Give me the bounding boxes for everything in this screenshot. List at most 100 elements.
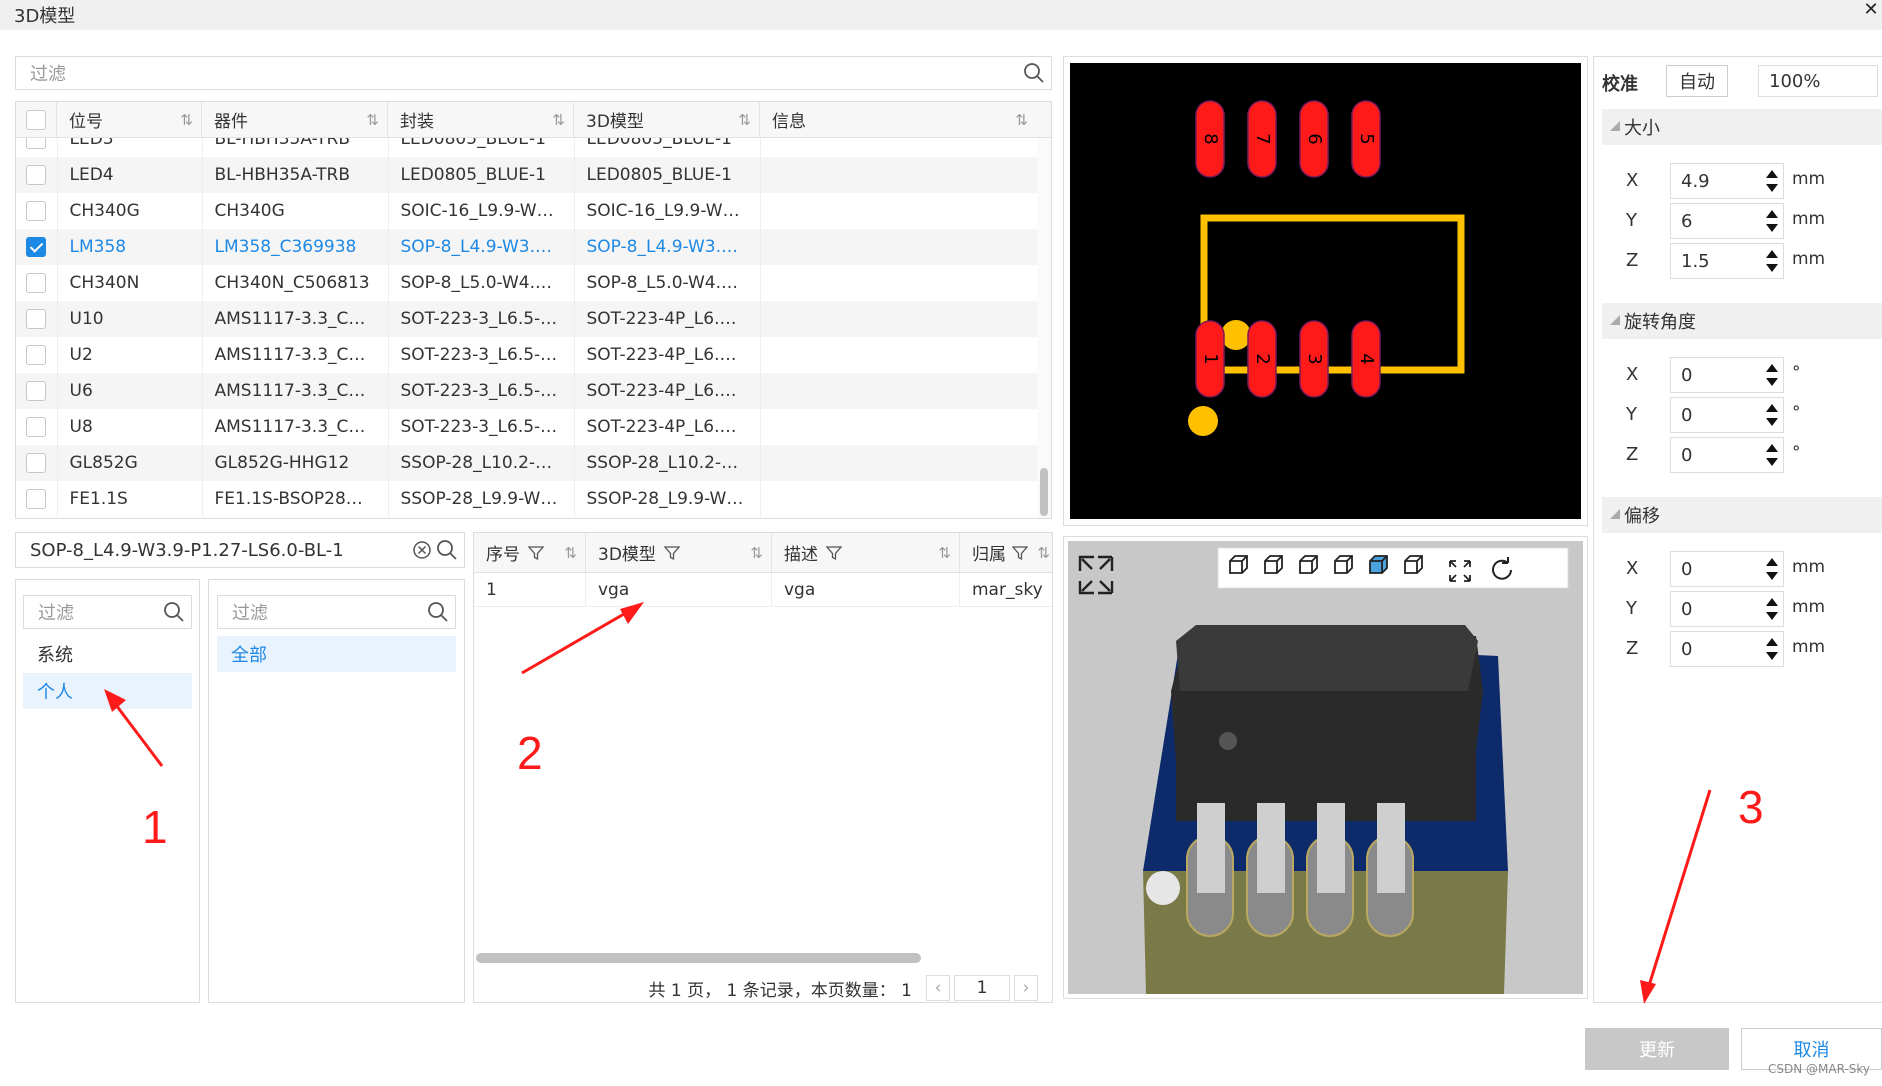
row-checkbox[interactable] bbox=[26, 273, 47, 293]
input-value: 0 bbox=[1681, 364, 1693, 386]
update-button[interactable]: 更新 bbox=[1585, 1028, 1729, 1070]
table-row[interactable]: U10 AMS1117-3.3_C6… SOT-223-3_L6.5-… SOT-22… bbox=[16, 301, 1039, 337]
sort-icon[interactable]: ⇅ bbox=[938, 544, 951, 562]
page-number-input[interactable]: 1 bbox=[954, 975, 1010, 1001]
col-model[interactable]: 3D模型 ⇅ bbox=[586, 533, 772, 572]
filter-icon[interactable] bbox=[826, 545, 842, 561]
sort-icon[interactable]: ⇅ bbox=[180, 111, 193, 129]
next-page-button[interactable]: › bbox=[1014, 975, 1038, 1001]
sort-icon[interactable]: ⇅ bbox=[1037, 544, 1050, 562]
offset-section[interactable]: 偏移 bbox=[1602, 497, 1882, 533]
result-row[interactable]: 1 vga vga mar_sky bbox=[474, 573, 1052, 607]
size-section[interactable]: 大小 bbox=[1602, 109, 1882, 145]
sort-icon[interactable]: ⇅ bbox=[738, 111, 751, 129]
unit-label: mm bbox=[1792, 557, 1826, 577]
view-cube-icon[interactable] bbox=[1369, 555, 1388, 574]
col-info[interactable]: 信息 ⇅ bbox=[760, 102, 1036, 137]
search-icon[interactable] bbox=[427, 601, 449, 623]
size-x-input[interactable]: 4.9 bbox=[1670, 163, 1784, 199]
row-checkbox[interactable] bbox=[26, 201, 47, 221]
sort-icon[interactable]: ⇅ bbox=[564, 544, 577, 562]
spinner-icon[interactable] bbox=[1765, 596, 1779, 622]
table-row[interactable]: U6 AMS1117-3.3_C6… SOT-223-3_L6.5-… SOT-223… bbox=[16, 373, 1039, 409]
library-item-system[interactable]: 系统 bbox=[23, 636, 192, 672]
input-value: 0 bbox=[1681, 404, 1693, 426]
row-checkbox[interactable] bbox=[26, 345, 47, 365]
offset-x-input[interactable]: 0 bbox=[1670, 551, 1784, 587]
input-value: 4.9 bbox=[1681, 170, 1710, 192]
row-checkbox[interactable] bbox=[26, 417, 47, 437]
offset-z-input[interactable]: 0 bbox=[1670, 631, 1784, 667]
col-device[interactable]: 器件 ⇅ bbox=[202, 102, 388, 137]
row-checkbox[interactable] bbox=[26, 309, 47, 329]
prev-page-button[interactable]: ‹ bbox=[926, 975, 950, 1001]
auto-button[interactable]: 自动 bbox=[1666, 65, 1728, 97]
close-icon[interactable]: ✕ bbox=[1860, 0, 1882, 22]
table-row[interactable]: LED3 BL-HBH35A-TRB LED0805_BLUE-1 LED0805_B… bbox=[16, 138, 1039, 157]
filter-icon[interactable] bbox=[1012, 545, 1028, 561]
col-3dmodel[interactable]: 3D模型 ⇅ bbox=[574, 102, 760, 137]
table-row[interactable]: CH340G CH340G SOIC-16_L9.9-W… SOIC-16_L9.9-… bbox=[16, 193, 1039, 229]
cell-package: SOT-223-3_L6.5-… bbox=[388, 337, 575, 373]
sort-icon[interactable]: ⇅ bbox=[750, 544, 763, 562]
spinner-icon[interactable] bbox=[1765, 442, 1779, 468]
model-search-input[interactable]: SOP-8_L4.9-W3.9-P1.27-LS6.0-BL-1 bbox=[15, 532, 465, 568]
filter-icon[interactable] bbox=[663, 545, 680, 561]
rotation-z-input[interactable]: 0 bbox=[1670, 437, 1784, 473]
cell-info bbox=[760, 301, 1039, 337]
spinner-icon[interactable] bbox=[1765, 168, 1779, 194]
horizontal-scrollbar[interactable] bbox=[476, 953, 921, 963]
table-row[interactable]: CH340N CH340N_C506813 SOP-8_L5.0-W4.… SOP-8… bbox=[16, 265, 1039, 301]
spinner-icon[interactable] bbox=[1765, 556, 1779, 582]
filter-icon[interactable] bbox=[528, 545, 544, 561]
spinner-icon[interactable] bbox=[1765, 636, 1779, 662]
zoom-value[interactable]: 100% bbox=[1758, 65, 1878, 97]
col-desc[interactable]: 描述 ⇅ bbox=[772, 533, 960, 572]
row-checkbox[interactable] bbox=[26, 138, 47, 149]
col-ref[interactable]: 位号 ⇅ bbox=[57, 102, 202, 137]
sort-icon[interactable]: ⇅ bbox=[366, 111, 379, 129]
table-row[interactable]: U8 AMS1117-3.3_C6… SOT-223-3_L6.5-… SOT-223… bbox=[16, 409, 1039, 445]
spinner-icon[interactable] bbox=[1765, 208, 1779, 234]
3d-preview[interactable] bbox=[1068, 541, 1583, 994]
col-index[interactable]: 序号 ⇅ bbox=[474, 533, 586, 572]
category-item-all[interactable]: 全部 bbox=[217, 636, 456, 672]
col-package[interactable]: 封装 ⇅ bbox=[388, 102, 574, 137]
search-icon[interactable] bbox=[1023, 62, 1045, 84]
library-filter-input[interactable]: 过滤 bbox=[23, 595, 192, 629]
footprint-preview[interactable]: 8 7 6 5 1 2 3 4 bbox=[1070, 63, 1581, 519]
search-icon[interactable] bbox=[436, 539, 458, 561]
library-item-personal[interactable]: 个人 bbox=[23, 673, 192, 709]
spinner-icon[interactable] bbox=[1765, 248, 1779, 274]
component-filter-input[interactable]: 过滤 bbox=[15, 56, 1052, 90]
size-y-input[interactable]: 6 bbox=[1670, 203, 1784, 239]
spinner-icon[interactable] bbox=[1765, 402, 1779, 428]
col-owner[interactable]: 归属 ⇅ bbox=[960, 533, 1052, 572]
row-checkbox[interactable] bbox=[26, 237, 47, 257]
row-checkbox[interactable] bbox=[26, 165, 47, 185]
size-z-input[interactable]: 1.5 bbox=[1670, 243, 1784, 279]
category-filter-input[interactable]: 过滤 bbox=[217, 595, 456, 629]
clear-icon[interactable] bbox=[412, 540, 432, 560]
table-row[interactable]: LED4 BL-HBH35A-TRB LED0805_BLUE-1 LED0805_B… bbox=[16, 157, 1039, 193]
pin1-marker-icon bbox=[1188, 406, 1218, 436]
table-row[interactable]: GL852G GL852G-HHG12 SSOP-28_L10.2-… SSOP-28… bbox=[16, 445, 1039, 481]
table-row[interactable]: FE1.1S FE1.1S-BSOP28… SSOP-28_L9.9-W… SSOP-… bbox=[16, 481, 1039, 517]
rotation-x-input[interactable]: 0 bbox=[1670, 357, 1784, 393]
rotation-y-input[interactable]: 0 bbox=[1670, 397, 1784, 433]
cell-info bbox=[760, 138, 1039, 157]
select-all-checkbox[interactable] bbox=[26, 109, 46, 130]
rotation-section[interactable]: 旋转角度 bbox=[1602, 303, 1882, 339]
offset-y-input[interactable]: 0 bbox=[1670, 591, 1784, 627]
spinner-icon[interactable] bbox=[1765, 362, 1779, 388]
sort-icon[interactable]: ⇅ bbox=[552, 111, 565, 129]
sort-icon[interactable]: ⇅ bbox=[1015, 111, 1028, 129]
scrollbar-thumb[interactable] bbox=[1040, 468, 1048, 516]
vertical-scrollbar[interactable] bbox=[1037, 138, 1051, 518]
row-checkbox[interactable] bbox=[26, 489, 47, 509]
search-icon[interactable] bbox=[163, 601, 185, 623]
row-checkbox[interactable] bbox=[26, 381, 47, 401]
table-row[interactable]: U2 AMS1117-3.3_C6… SOT-223-3_L6.5-… SOT-223… bbox=[16, 337, 1039, 373]
table-row[interactable]: LM358 LM358_C369938 SOP-8_L4.9-W3.… SOP-8_L… bbox=[16, 229, 1039, 265]
row-checkbox[interactable] bbox=[26, 453, 47, 473]
